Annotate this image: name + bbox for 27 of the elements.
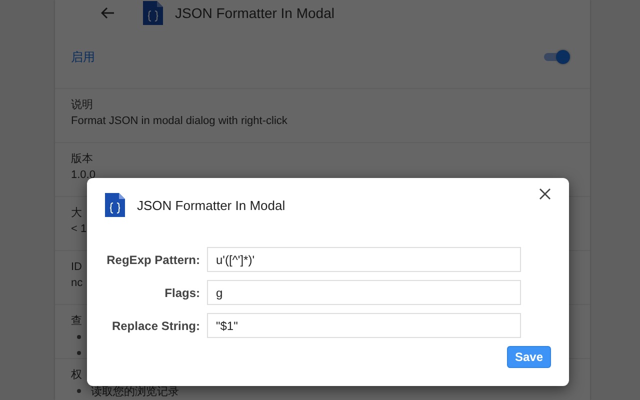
field-label: Flags: [164,286,200,300]
field-label: RegExp Pattern: [106,252,200,266]
back-arrow-icon[interactable] [101,7,115,19]
close-icon[interactable] [539,188,551,200]
detail-label: 说明 [71,98,93,113]
detail-label: ID [71,260,82,275]
input-field[interactable]: "$1" [207,313,521,338]
detail-value: < 1 [71,222,87,237]
detail-label: 查 [71,314,82,329]
bullet-icon [77,335,81,339]
field-label: Replace String: [112,318,200,332]
document-icon [105,193,125,217]
detail-value: 1.0.0 [71,168,96,183]
input-field[interactable]: u'([^']*)' [207,247,521,272]
detail-label: 大 [71,206,82,221]
dialog-title: JSON Formatter In Modal [137,198,286,212]
detail-value: nc [71,276,83,291]
permission-text: 读取您的浏览记录 [91,384,179,398]
bullet-icon [77,351,81,355]
enable-label: 启用 [71,48,95,66]
input-field[interactable]: g [207,280,521,305]
detail-label: 权 [71,368,82,383]
enable-toggle[interactable] [544,49,570,65]
extension-title: JSON Formatter In Modal [175,5,334,21]
bullet-icon [77,389,81,393]
detail-value: Format JSON in modal dialog with right-click [71,114,288,129]
detail-label: 版本 [71,152,93,167]
